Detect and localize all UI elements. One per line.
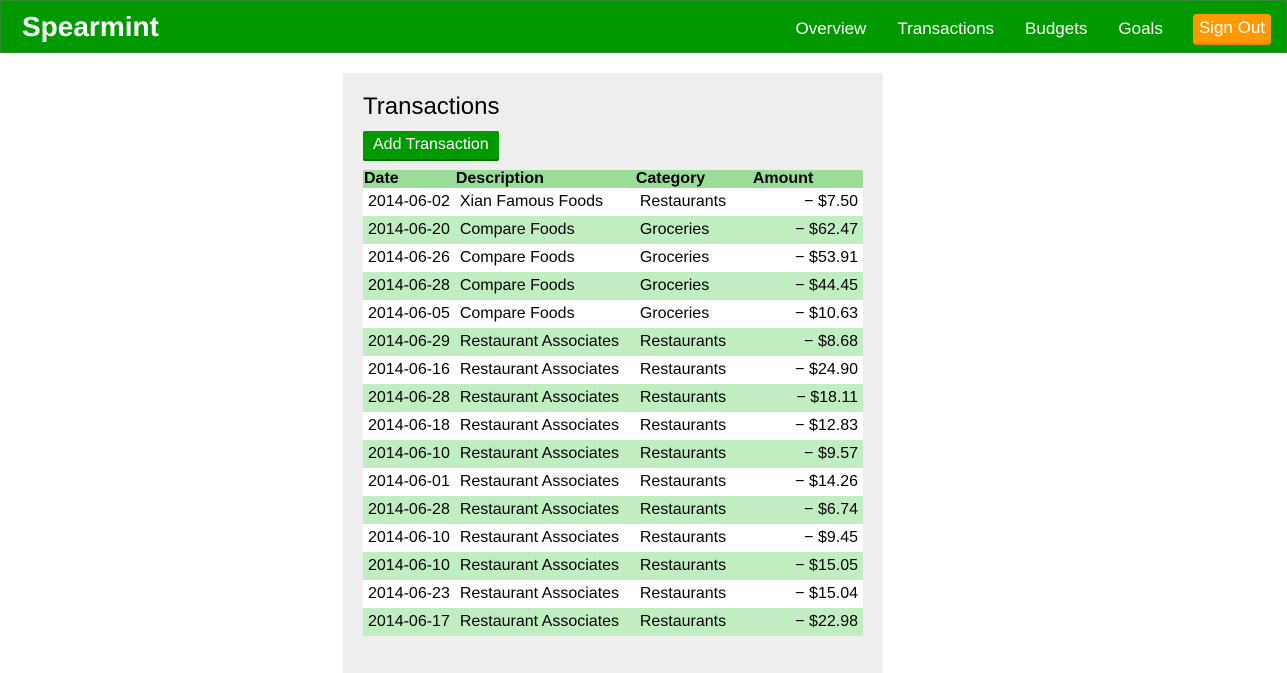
cell-description: Restaurant Associates <box>459 361 620 378</box>
nav-link-goals[interactable]: Goals <box>1118 16 1162 42</box>
cell-description: Restaurant Associates <box>459 445 620 462</box>
cell-amount: − $18.11 <box>796 389 858 406</box>
add-transaction-button[interactable]: Add Transaction <box>363 131 499 161</box>
cell-description: Restaurant Associates <box>459 613 620 630</box>
cell-date: 2014-06-29 <box>368 333 450 350</box>
cell-description: Restaurant Associates <box>459 501 620 518</box>
table-row[interactable]: 2014-06-17 Restaurant Associates Restauran… <box>363 608 863 636</box>
sign-out-button[interactable]: Sign Out <box>1192 13 1271 45</box>
cell-category: Restaurants <box>639 417 727 434</box>
cell-date: 2014-06-28 <box>368 389 450 406</box>
cell-amount: − $44.45 <box>795 277 858 294</box>
cell-date: 2014-06-16 <box>368 361 450 378</box>
cell-category: Restaurants <box>639 473 727 490</box>
cell-category: Restaurants <box>639 333 727 350</box>
header-date[interactable]: Date <box>363 170 455 188</box>
transactions-table-body: 2014-06-02 Xian Famous Foods Restaurants − … <box>363 188 863 636</box>
table-row[interactable]: 2014-06-23 Restaurant Associates Restauran… <box>363 580 863 608</box>
cell-date: 2014-06-02 <box>368 193 450 210</box>
top-navbar: Spearmint Overview Transactions Budgets … <box>0 0 1287 53</box>
table-row[interactable]: 2014-06-05 Compare Foods Groceries − $10.63 <box>363 300 863 328</box>
cell-amount: − $22.98 <box>795 613 858 630</box>
cell-description: Compare Foods <box>459 305 575 322</box>
cell-amount: − $53.91 <box>795 249 858 266</box>
table-row[interactable]: 2014-06-10 Restaurant Associates Restauran… <box>363 524 863 552</box>
cell-description: Compare Foods <box>459 221 575 238</box>
header-category[interactable]: Category <box>635 170 752 188</box>
table-row[interactable]: 2014-06-28 Restaurant Associates Restauran… <box>363 496 863 524</box>
cell-category: Restaurants <box>639 501 727 518</box>
cell-category: Groceries <box>639 277 710 294</box>
cell-description: Restaurant Associates <box>459 417 620 434</box>
table-row[interactable]: 2014-06-26 Compare Foods Groceries − $53.91 <box>363 244 863 272</box>
cell-date: 2014-06-10 <box>368 529 450 546</box>
cell-category: Restaurants <box>639 389 727 406</box>
cell-description: Restaurant Associates <box>459 389 620 406</box>
cell-description: Restaurant Associates <box>459 529 620 546</box>
header-amount[interactable]: Amount <box>752 170 863 188</box>
cell-amount: − $9.57 <box>804 445 858 462</box>
cell-description: Restaurant Associates <box>459 585 620 602</box>
cell-date: 2014-06-20 <box>368 221 450 238</box>
table-row[interactable]: 2014-06-18 Restaurant Associates Restauran… <box>363 412 863 440</box>
table-row[interactable]: 2014-06-28 Restaurant Associates Restauran… <box>363 384 863 412</box>
cell-amount: − $14.26 <box>795 473 858 490</box>
cell-date: 2014-06-26 <box>368 249 450 266</box>
cell-amount: − $12.83 <box>795 417 858 434</box>
table-row[interactable]: 2014-06-16 Restaurant Associates Restauran… <box>363 356 863 384</box>
cell-date: 2014-06-10 <box>368 557 450 574</box>
cell-amount: − $62.47 <box>795 221 858 238</box>
cell-amount: − $15.04 <box>795 585 858 602</box>
cell-category: Groceries <box>639 221 710 238</box>
cell-amount: − $24.90 <box>795 361 858 378</box>
cell-date: 2014-06-18 <box>368 417 450 434</box>
cell-date: 2014-06-28 <box>368 277 450 294</box>
brand-logo[interactable]: Spearmint <box>22 10 159 44</box>
table-row[interactable]: 2014-06-29 Restaurant Associates Restauran… <box>363 328 863 356</box>
cell-date: 2014-06-28 <box>368 501 450 518</box>
cell-category: Restaurants <box>639 193 727 210</box>
cell-category: Restaurants <box>639 613 727 630</box>
cell-date: 2014-06-05 <box>368 305 450 322</box>
cell-category: Restaurants <box>639 445 727 462</box>
cell-description: Restaurant Associates <box>459 333 620 350</box>
cell-description: Restaurant Associates <box>459 473 620 490</box>
table-row[interactable]: 2014-06-02 Xian Famous Foods Restaurants − … <box>363 188 863 216</box>
nav-links: Overview Transactions Budgets Goals Sign… <box>764 13 1271 45</box>
table-header-row: Date Description Category Amount <box>363 170 863 188</box>
table-row[interactable]: 2014-06-01 Restaurant Associates Restauran… <box>363 468 863 496</box>
page-title: Transactions <box>363 93 500 120</box>
table-row[interactable]: 2014-06-10 Restaurant Associates Restauran… <box>363 440 863 468</box>
cell-description: Compare Foods <box>459 277 575 294</box>
cell-description: Compare Foods <box>459 249 575 266</box>
cell-category: Restaurants <box>639 361 727 378</box>
table-row[interactable]: 2014-06-28 Compare Foods Groceries − $44.45 <box>363 272 863 300</box>
cell-description: Xian Famous Foods <box>459 193 604 210</box>
cell-date: 2014-06-17 <box>368 613 450 630</box>
transactions-table: Date Description Category Amount 2014-06… <box>363 170 863 636</box>
cell-category: Restaurants <box>639 529 727 546</box>
table-row[interactable]: 2014-06-10 Restaurant Associates Restauran… <box>363 552 863 580</box>
cell-category: Restaurants <box>639 585 727 602</box>
cell-amount: − $8.68 <box>804 333 858 350</box>
cell-date: 2014-06-01 <box>368 473 450 490</box>
nav-link-budgets[interactable]: Budgets <box>1025 16 1087 42</box>
table-row[interactable]: 2014-06-20 Compare Foods Groceries − $62.47 <box>363 216 863 244</box>
cell-amount: − $6.74 <box>804 501 858 518</box>
nav-link-transactions[interactable]: Transactions <box>897 16 994 42</box>
transactions-panel: Transactions Add Transaction Date Descri… <box>343 73 883 673</box>
cell-description: Restaurant Associates <box>459 557 620 574</box>
cell-category: Groceries <box>639 249 710 266</box>
cell-date: 2014-06-23 <box>368 585 450 602</box>
cell-category: Groceries <box>639 305 710 322</box>
cell-date: 2014-06-10 <box>368 445 450 462</box>
cell-amount: − $7.50 <box>804 193 858 210</box>
header-description[interactable]: Description <box>455 170 635 188</box>
nav-link-overview[interactable]: Overview <box>795 16 866 42</box>
cell-amount: − $10.63 <box>795 305 858 322</box>
cell-amount: − $15.05 <box>795 557 858 574</box>
cell-category: Restaurants <box>639 557 727 574</box>
cell-amount: − $9.45 <box>804 529 858 546</box>
